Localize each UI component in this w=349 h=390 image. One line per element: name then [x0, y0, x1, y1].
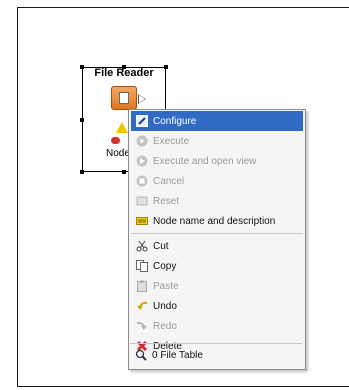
execute-icon [135, 134, 149, 148]
menu-item-cut[interactable]: Cut [131, 236, 303, 256]
configure-icon [135, 114, 149, 128]
reset-icon [135, 194, 149, 208]
file-reader-node[interactable] [111, 86, 137, 110]
node-label[interactable]: Node [106, 148, 130, 159]
context-menu: Configure Execute Execute and open view … [128, 109, 306, 370]
menu-separator [130, 343, 302, 344]
status-traffic-light-icon [111, 137, 120, 144]
menu-separator [131, 233, 303, 234]
paste-icon [135, 279, 149, 293]
menu-item-copy[interactable]: Copy [131, 256, 303, 276]
selection-handle[interactable] [80, 118, 84, 122]
undo-icon [135, 299, 149, 313]
menu-item-cancel[interactable]: Cancel [131, 171, 303, 191]
menu-item-paste[interactable]: Paste [131, 276, 303, 296]
node-description-icon [135, 214, 149, 228]
menu-item-execute[interactable]: Execute [131, 131, 303, 151]
selection-handle[interactable] [122, 170, 126, 174]
cut-icon [135, 239, 149, 253]
menu-item-node-name-description[interactable]: Node name and description [131, 211, 303, 231]
menu-item-execute-open-view[interactable]: Execute and open view [131, 151, 303, 171]
output-port[interactable] [138, 94, 146, 104]
menu-item-undo[interactable]: Undo [131, 296, 303, 316]
warning-icon [116, 122, 128, 133]
execute-open-view-icon [135, 154, 149, 168]
copy-icon [135, 259, 149, 273]
magnifier-icon [134, 348, 148, 362]
redo-icon [135, 319, 149, 333]
cancel-icon [135, 174, 149, 188]
selection-handle[interactable] [80, 170, 84, 174]
menu-item-file-table[interactable]: 0 File Table [130, 345, 302, 365]
node-title: File Reader [94, 67, 154, 79]
menu-item-configure[interactable]: Configure [131, 111, 303, 131]
file-reader-icon [119, 92, 129, 104]
menu-item-reset[interactable]: Reset [131, 191, 303, 211]
menu-item-redo[interactable]: Redo [131, 316, 303, 336]
selection-handle[interactable] [164, 65, 168, 69]
